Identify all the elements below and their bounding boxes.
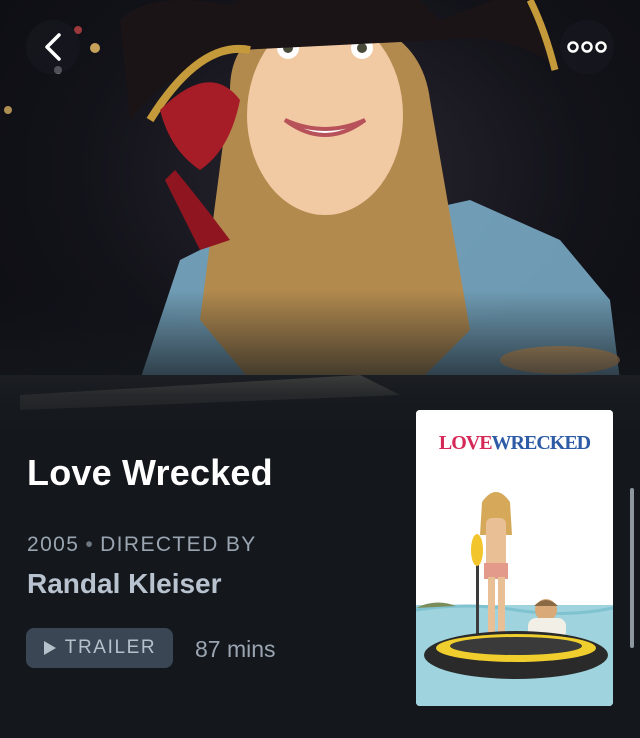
director-link[interactable]: Randal Kleiser <box>27 568 222 600</box>
movie-title: Love Wrecked <box>27 452 273 493</box>
scrollbar[interactable] <box>630 488 634 648</box>
release-year: 2005 <box>27 533 80 556</box>
backdrop-image <box>0 0 640 430</box>
more-horizontal-icon <box>567 41 607 53</box>
meta-separator: • <box>85 533 95 556</box>
trailer-label: TRAILER <box>64 637 157 658</box>
poster-title: LOVEWRECKED <box>416 432 613 455</box>
movie-poster[interactable]: LOVEWRECKED <box>416 410 613 706</box>
runtime: 87 mins <box>195 636 276 662</box>
trailer-button[interactable]: TRAILER <box>26 628 173 668</box>
backdrop-gradient <box>0 290 640 430</box>
poster-title-wrecked: WRECKED <box>491 432 592 454</box>
chevron-left-icon <box>45 33 61 61</box>
play-icon <box>43 641 56 655</box>
movie-meta: 2005 • DIRECTED BY <box>27 533 257 557</box>
directed-by-label: DIRECTED BY <box>100 533 257 556</box>
back-button[interactable] <box>26 20 80 74</box>
poster-title-love: LOVE <box>438 432 493 454</box>
more-options-button[interactable] <box>560 20 614 74</box>
